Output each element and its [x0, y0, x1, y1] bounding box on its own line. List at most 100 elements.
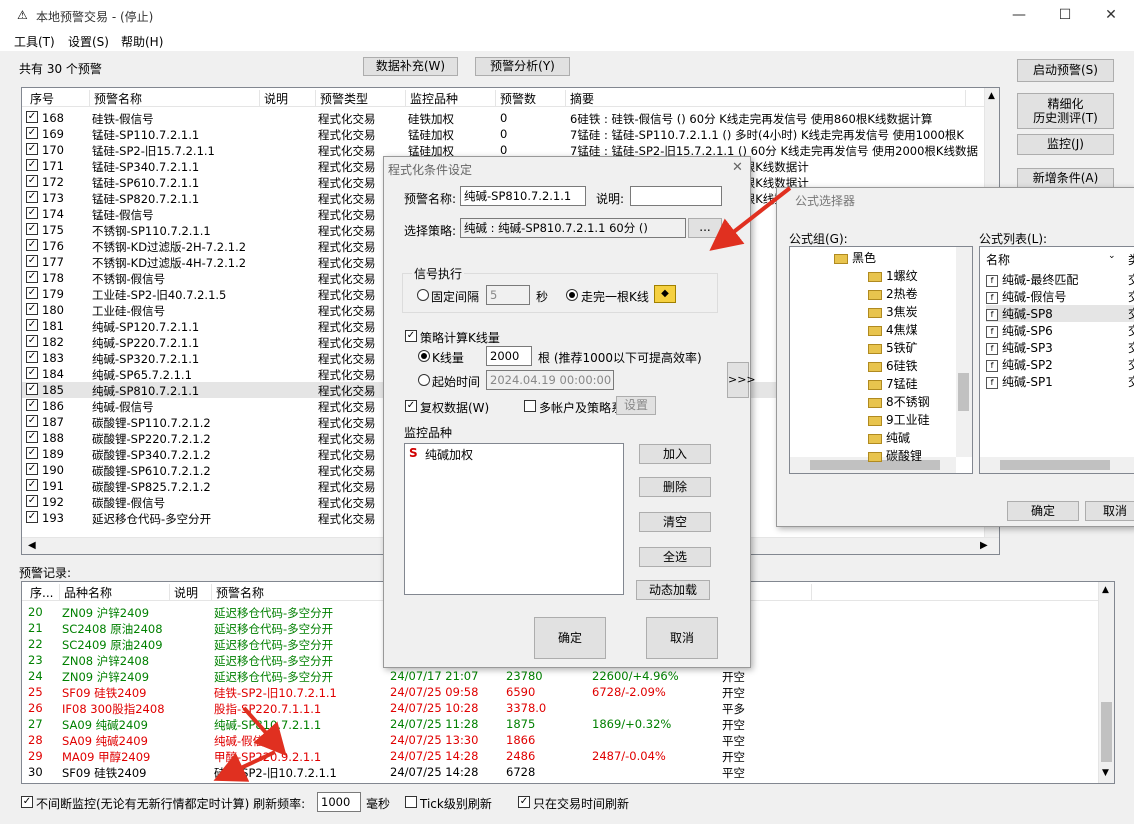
menu-tools[interactable]: 工具(T)	[14, 33, 55, 50]
refresh-rate-input[interactable]: 1000	[317, 792, 361, 812]
record-row[interactable]: 26 IF08 300股指2408 股指-SP220.7.1.1.1 24/07/25…	[22, 700, 1114, 716]
refine-backtest-button[interactable]: 精细化 历史测评(T)	[1017, 93, 1114, 129]
dynamic-load-button[interactable]: 动态加载	[636, 580, 710, 600]
kline-done-radio[interactable]	[566, 289, 578, 301]
tree-item[interactable]: 6硅铁	[868, 357, 918, 374]
alert-col-header[interactable]: 监控品种	[406, 90, 496, 107]
maximize-button[interactable]: ☐	[1042, 0, 1088, 31]
row-checkbox[interactable]: ✓	[26, 351, 38, 363]
adjust-data-checkbox[interactable]: ✓	[405, 400, 417, 412]
data-supplement-button[interactable]: 数据补充(W)	[363, 57, 458, 76]
record-row[interactable]: 30 SF09 硅铁2409 硅铁-SP2-旧10.7.2.1.1 24/07/25 …	[22, 764, 1114, 780]
alert-name-input[interactable]: 纯碱-SP810.7.2.1.1	[460, 186, 586, 206]
monitor-list[interactable]: S 纯碱加权	[404, 443, 624, 595]
row-checkbox[interactable]: ✓	[26, 255, 38, 267]
formula-item[interactable]: f 纯碱-SP6 交	[986, 322, 1134, 339]
formula-item[interactable]: f 纯碱-假信号 交	[986, 288, 1134, 305]
alert-col-header[interactable]: 预警类型	[316, 90, 406, 107]
tree-item[interactable]: 8不锈钢	[868, 393, 930, 410]
tree-item[interactable]: 7锰硅	[868, 375, 918, 392]
dialog-close-icon[interactable]: ✕	[732, 160, 743, 175]
tree-item[interactable]: 碳酸锂	[868, 447, 922, 464]
formula-item[interactable]: f 纯碱-最终匹配 交	[986, 271, 1134, 288]
start-alert-button[interactable]: 启动预警(S)	[1017, 59, 1114, 82]
trading-time-checkbox[interactable]: ✓	[518, 796, 530, 808]
tick-refresh-checkbox[interactable]	[405, 796, 417, 808]
record-row[interactable]: 27 SA09 纯碱2409 纯碱-SP810.7.2.1.1 24/07/25 11…	[22, 716, 1114, 732]
row-checkbox[interactable]: ✓	[26, 127, 38, 139]
scroll-right-icon[interactable]: ▶	[980, 540, 988, 551]
table-row[interactable]: ✓ 168 硅铁-假信号 程式化交易 硅铁加权 0 6硅铁 : 硅铁-假信号 () 60分 …	[22, 110, 999, 126]
table-row[interactable]: ✓ 169 锰硅-SP110.7.2.1.1 程式化交易 锰硅加权 0 7锰硅 : 锰硅-S…	[22, 126, 999, 142]
start-time-input[interactable]: 2024.04.19 00:00:00	[486, 370, 614, 390]
row-checkbox[interactable]: ✓	[26, 511, 38, 523]
row-checkbox[interactable]: ✓	[26, 271, 38, 283]
row-checkbox[interactable]: ✓	[26, 207, 38, 219]
tree-item[interactable]: 9工业硅	[868, 411, 930, 428]
dialog-ok-button[interactable]: 确定	[534, 617, 606, 659]
records-vscroll[interactable]: ▲ ▼	[1098, 582, 1114, 783]
interval-input[interactable]: 5	[486, 285, 530, 305]
formula-item[interactable]: f 纯碱-SP3 交	[986, 339, 1134, 356]
row-checkbox[interactable]: ✓	[26, 431, 38, 443]
tree-item[interactable]: 1螺纹	[868, 267, 918, 284]
fixed-interval-radio[interactable]	[417, 289, 429, 301]
scroll-up-icon[interactable]: ▲	[1102, 585, 1109, 595]
row-checkbox[interactable]: ✓	[26, 191, 38, 203]
alert-col-header[interactable]: 摘要	[566, 90, 966, 107]
select-all-button[interactable]: 全选	[639, 547, 711, 567]
desc-input[interactable]	[630, 186, 722, 206]
tree-item[interactable]: 4焦煤	[868, 321, 918, 338]
monitor-button[interactable]: 监控(J)	[1017, 134, 1114, 155]
tree-item[interactable]: 纯碱	[868, 429, 910, 446]
record-col-header[interactable]: 说明	[170, 584, 212, 601]
delete-button[interactable]: 删除	[639, 477, 711, 497]
row-checkbox[interactable]: ✓	[26, 335, 38, 347]
tree-vscroll[interactable]	[956, 247, 972, 457]
close-button[interactable]: ✕	[1088, 0, 1134, 31]
kline-count-input[interactable]: 2000	[486, 346, 532, 366]
row-checkbox[interactable]: ✓	[26, 415, 38, 427]
sort-chevron-icon[interactable]: ⌄	[1108, 251, 1116, 261]
dialog-cancel-button[interactable]: 取消	[646, 617, 718, 659]
alert-col-header[interactable]: 序号	[26, 90, 90, 107]
menu-settings[interactable]: 设置(S)	[68, 33, 109, 50]
clear-button[interactable]: 清空	[639, 512, 711, 532]
record-col-header[interactable]: 序...	[26, 584, 60, 601]
tree-item[interactable]: 3焦炭	[868, 303, 918, 320]
strategy-browse-button[interactable]: ...	[688, 218, 722, 238]
alert-col-header[interactable]: 预警名称	[90, 90, 260, 107]
alert-col-header[interactable]: 说明	[260, 90, 316, 107]
row-checkbox[interactable]: ✓	[26, 175, 38, 187]
row-checkbox[interactable]: ✓	[26, 239, 38, 251]
alert-analysis-button[interactable]: 预警分析(Y)	[475, 57, 570, 76]
minimize-button[interactable]: —	[996, 0, 1042, 31]
formula-item[interactable]: f 纯碱-SP2 交	[986, 356, 1134, 373]
scroll-down-icon[interactable]: ▼	[1102, 768, 1109, 778]
list-hscroll-thumb[interactable]	[1000, 460, 1110, 470]
row-checkbox[interactable]: ✓	[26, 399, 38, 411]
add-button[interactable]: 加入	[639, 444, 711, 464]
formula-item[interactable]: f 纯碱-SP8 交	[986, 305, 1134, 322]
records-scroll-thumb[interactable]	[1101, 702, 1112, 762]
tree-item[interactable]: 2热卷	[868, 285, 918, 302]
scroll-up-icon[interactable]: ▲	[988, 91, 995, 101]
row-checkbox[interactable]: ✓	[26, 495, 38, 507]
row-checkbox[interactable]: ✓	[26, 319, 38, 331]
add-condition-button[interactable]: 新增条件(A)	[1017, 168, 1114, 189]
strategy-input[interactable]: 纯碱 : 纯碱-SP810.7.2.1.1 60分 ()	[460, 218, 686, 238]
tree-scroll-thumb[interactable]	[958, 373, 969, 411]
row-checkbox[interactable]: ✓	[26, 383, 38, 395]
row-checkbox[interactable]: ✓	[26, 287, 38, 299]
formula-ok-button[interactable]: 确定	[1007, 501, 1079, 521]
formula-cancel-button[interactable]: 取消	[1085, 501, 1134, 521]
record-row[interactable]: 28 SA09 纯碱2409 纯碱-假信号 24/07/25 13:30 1866 平空	[22, 732, 1114, 748]
row-checkbox[interactable]: ✓	[26, 303, 38, 315]
kline-count-radio[interactable]	[418, 350, 430, 362]
settings-button[interactable]: 设置	[616, 396, 656, 415]
row-checkbox[interactable]: ✓	[26, 143, 38, 155]
row-checkbox[interactable]: ✓	[26, 463, 38, 475]
alert-col-header[interactable]: 预警数	[496, 90, 566, 107]
record-row[interactable]: 24 ZN09 沪锌2409 延迟移仓代码-多空分开 24/07/17 21:07 23…	[22, 668, 1114, 684]
row-checkbox[interactable]: ✓	[26, 479, 38, 491]
